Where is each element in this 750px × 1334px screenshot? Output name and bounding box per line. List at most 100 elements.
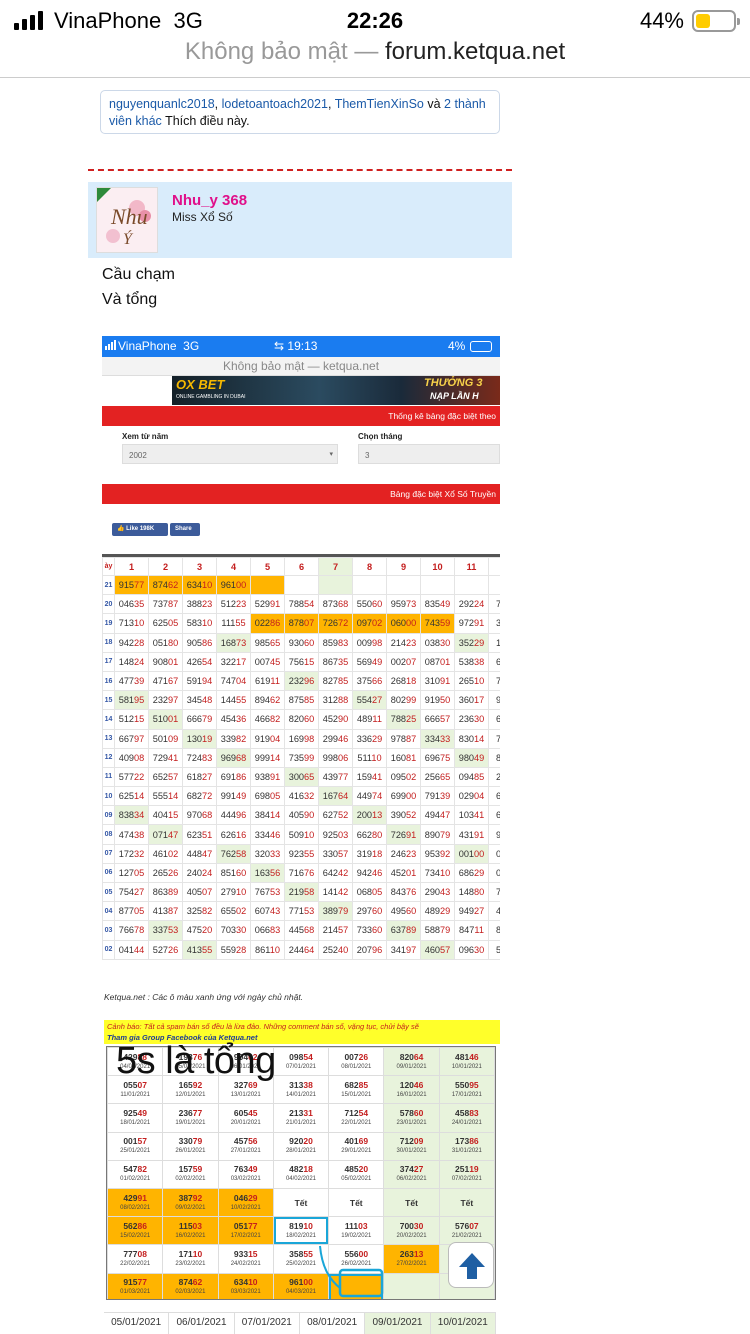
grid-cell[interactable]: 11155 <box>216 613 251 634</box>
grid-cell[interactable]: 92355 <box>284 843 319 864</box>
grid-cell[interactable]: 4 <box>488 901 500 922</box>
grid-cell[interactable]: 93060 <box>284 632 319 653</box>
grid-cell[interactable]: 87807 <box>284 613 319 634</box>
grid-cell[interactable]: 90586 <box>182 632 217 653</box>
calendar-cell[interactable]: 68285 15/01/2021 <box>328 1075 385 1105</box>
calendar-cell[interactable]: 92549 18/01/2021 <box>107 1103 164 1133</box>
grid-cell[interactable]: 55427 <box>352 690 387 711</box>
grid-cell[interactable]: 73360 <box>352 920 387 941</box>
grid-cell[interactable]: 95973 <box>386 594 421 615</box>
grid-cell[interactable]: 27910 <box>216 881 251 903</box>
grid-cell[interactable]: 43977 <box>318 766 353 788</box>
grid-cell[interactable]: 41387 <box>148 901 183 922</box>
grid-cell[interactable] <box>352 574 387 596</box>
calendar-cell[interactable]: 56286 15/02/2021 <box>107 1216 164 1246</box>
grid-cell[interactable]: 10341 <box>454 805 489 826</box>
grid-cell[interactable]: 3 <box>488 613 500 634</box>
grid-cell[interactable]: 65502 <box>216 901 251 922</box>
grid-cell[interactable]: 51215 <box>114 709 149 730</box>
grid-cell[interactable]: 02286 <box>250 613 285 634</box>
grid-cell[interactable]: 04144 <box>114 939 149 960</box>
grid-cell[interactable]: 32582 <box>182 901 217 922</box>
grid-cell[interactable]: 76258 <box>216 843 251 864</box>
grid-cell[interactable]: 14824 <box>114 651 149 672</box>
grid-cell[interactable]: 1 <box>488 632 500 653</box>
grid-cell[interactable]: 58310 <box>182 613 217 634</box>
grid-cell[interactable]: 08701 <box>420 651 455 672</box>
grid-cell[interactable]: 62505 <box>148 613 183 634</box>
grid-cell[interactable]: 09702 <box>352 613 387 634</box>
calendar-cell[interactable]: 45883 24/01/2021 <box>438 1103 495 1133</box>
grid-cell[interactable]: 72483 <box>182 747 217 768</box>
calendar-cell[interactable]: 37427 06/02/2021 <box>383 1159 440 1189</box>
calendar-cell[interactable]: 54782 01/02/2021 <box>107 1159 164 1189</box>
grid-cell[interactable]: 46057 <box>420 939 455 960</box>
calendar-cell[interactable]: Tết <box>328 1187 385 1218</box>
grid-cell[interactable]: 87462 <box>148 574 183 596</box>
grid-cell[interactable]: 58195 <box>114 690 149 711</box>
grid-cell[interactable] <box>488 574 500 596</box>
grid-cell[interactable]: 91950 <box>420 690 455 711</box>
grid-cell[interactable]: 15941 <box>352 766 387 788</box>
grid-cell[interactable]: 97068 <box>182 805 217 826</box>
grid-cell[interactable]: 17232 <box>114 843 149 864</box>
grid-cell[interactable]: 56949 <box>352 651 387 672</box>
grid-cell[interactable]: 66679 <box>182 709 217 730</box>
grid-cell[interactable]: 72672 <box>318 613 353 634</box>
calendar-cell[interactable]: 77708 22/02/2021 <box>107 1244 164 1274</box>
year-select[interactable]: 2002 ▾ <box>122 444 338 464</box>
grid-cell[interactable]: 34197 <box>386 939 421 960</box>
grid-cell[interactable]: 89079 <box>420 824 455 845</box>
grid-cell[interactable]: 6 <box>488 651 500 672</box>
grid-cell[interactable]: 31918 <box>352 843 387 864</box>
grid-cell[interactable]: 6 <box>488 709 500 730</box>
grid-cell[interactable]: 0 <box>488 862 500 884</box>
grid-cell[interactable]: 62616 <box>216 824 251 845</box>
grid-cell[interactable]: 99149 <box>216 786 251 807</box>
grid-cell[interactable]: 02904 <box>454 786 489 807</box>
grid-cell[interactable]: 69186 <box>216 766 251 788</box>
grid-cell[interactable]: 16873 <box>216 632 251 653</box>
grid-cell[interactable]: 94228 <box>114 632 149 653</box>
grid-cell[interactable]: 98565 <box>250 632 285 653</box>
grid-cell[interactable]: 78854 <box>284 594 319 615</box>
grid-cell[interactable]: 06000 <box>386 613 421 634</box>
grid-cell[interactable]: 98049 <box>454 747 489 768</box>
grid-cell[interactable]: 45436 <box>216 709 251 730</box>
grid-cell[interactable]: 16764 <box>318 786 353 807</box>
calendar-cell[interactable]: 82064 09/01/2021 <box>383 1047 440 1077</box>
grid-cell[interactable]: 25240 <box>318 939 353 960</box>
grid-cell[interactable]: 44568 <box>284 920 319 941</box>
calendar-cell[interactable]: 04629 10/02/2021 <box>217 1187 274 1218</box>
grid-cell[interactable]: 84376 <box>386 881 421 903</box>
facebook-share-button[interactable]: Share <box>170 523 200 536</box>
grid-cell[interactable]: 82785 <box>318 670 353 692</box>
calendar-cell[interactable]: 31338 14/01/2021 <box>272 1075 330 1105</box>
grid-cell[interactable]: 72941 <box>148 747 183 768</box>
calendar-cell[interactable]: 48520 05/02/2021 <box>328 1159 385 1189</box>
grid-cell[interactable]: 49447 <box>420 805 455 826</box>
grid-cell[interactable]: 41632 <box>284 786 319 807</box>
grid-cell[interactable]: 07147 <box>148 824 183 845</box>
calendar-cell[interactable]: 55095 17/01/2021 <box>438 1075 495 1105</box>
grid-cell[interactable]: 55514 <box>148 786 183 807</box>
grid-cell[interactable]: 43191 <box>454 824 489 845</box>
grid-cell[interactable]: 21958 <box>284 881 319 903</box>
grid-cell[interactable]: 12705 <box>114 862 149 884</box>
liker-link[interactable]: nguyenquanlc2018 <box>109 97 215 111</box>
grid-cell[interactable]: 8 <box>488 920 500 941</box>
grid-cell[interactable]: 23296 <box>284 670 319 692</box>
grid-cell[interactable]: 40908 <box>114 747 149 768</box>
grid-cell[interactable]: 40415 <box>148 805 183 826</box>
grid-cell[interactable]: 09485 <box>454 766 489 788</box>
grid-cell[interactable]: 5 <box>488 939 500 960</box>
grid-cell[interactable]: 85160 <box>216 862 251 884</box>
calendar-cell[interactable]: 26313 27/02/2021 <box>383 1244 440 1274</box>
grid-cell[interactable]: 68629 <box>454 862 489 884</box>
grid-cell[interactable]: 96100 <box>216 574 251 596</box>
address-bar[interactable]: Không bảo mật — forum.ketqua.net <box>0 38 750 78</box>
grid-cell[interactable]: 0 <box>488 843 500 864</box>
grid-cell[interactable]: 33433 <box>420 728 455 749</box>
grid-cell[interactable]: 57722 <box>114 766 149 788</box>
grid-cell[interactable]: 60743 <box>250 901 285 922</box>
